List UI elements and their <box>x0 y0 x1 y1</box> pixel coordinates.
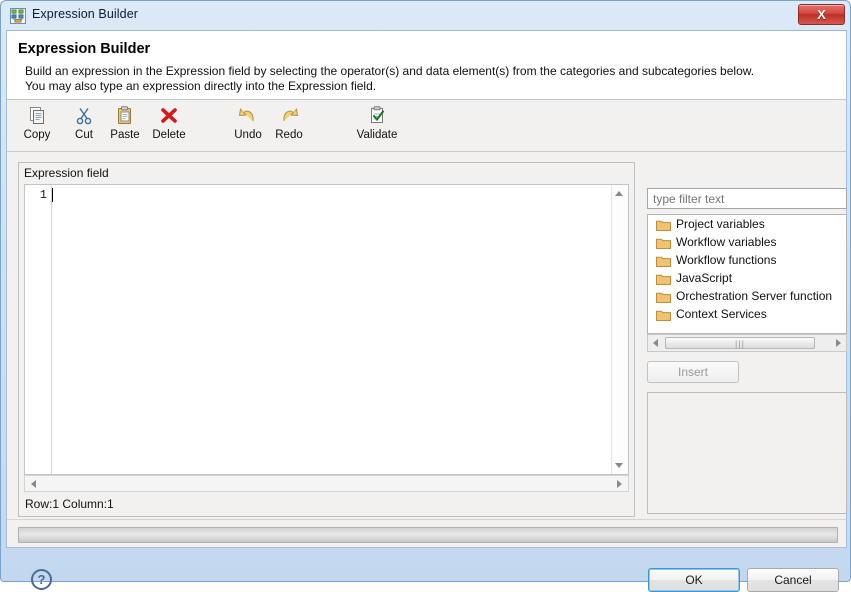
folder-icon <box>656 272 671 285</box>
redo-icon <box>278 105 300 127</box>
dialog-client-area: Expression Builder Build an expression i… <box>6 30 847 592</box>
insert-button[interactable]: Insert <box>647 361 739 383</box>
text-caret <box>52 188 53 202</box>
help-icon[interactable]: ? <box>31 569 52 590</box>
scroll-grip-icon: ||| <box>734 339 746 349</box>
scroll-right-icon[interactable] <box>617 480 622 488</box>
validate-button-label: Validate <box>356 129 398 141</box>
close-button[interactable]: X <box>798 4 845 25</box>
delete-icon <box>158 105 180 127</box>
tree-item-workflow-functions[interactable]: Workflow functions <box>648 251 846 269</box>
cursor-position-status: Row:1 Column:1 <box>25 497 114 511</box>
toolbar: Copy Cut Paste Delete Undo Redo Validate <box>7 100 846 152</box>
scroll-left-icon[interactable] <box>31 480 36 488</box>
cut-button-label: Cut <box>75 129 93 141</box>
tree-item-label: Workflow variables <box>676 235 777 249</box>
undo-button[interactable]: Undo <box>226 105 270 149</box>
page-title: Expression Builder <box>18 41 151 57</box>
tree-item-project-variables[interactable]: Project variables <box>648 215 846 233</box>
tree-horizontal-scrollbar[interactable]: ||| <box>647 334 847 352</box>
copy-button[interactable]: Copy <box>15 105 59 149</box>
footer-divider <box>7 519 846 520</box>
paste-button[interactable]: Paste <box>103 105 147 149</box>
dialog-header: Expression Builder Build an expression i… <box>7 31 846 100</box>
redo-button-label: Redo <box>275 129 303 141</box>
expression-field-label: Expression field <box>24 166 109 180</box>
redo-button[interactable]: Redo <box>267 105 311 149</box>
tree-item-label: JavaScript <box>676 271 733 285</box>
page-description: Build an expression in the Expression fi… <box>25 64 755 93</box>
close-icon: X <box>817 7 826 22</box>
folder-icon <box>656 236 671 249</box>
expression-builder-icon <box>10 8 26 24</box>
tree-item-label: Workflow functions <box>676 253 777 267</box>
tree-scroll-thumb[interactable]: ||| <box>665 337 815 349</box>
expression-editor[interactable]: 1 <box>24 184 629 475</box>
tree-scroll-left-icon[interactable] <box>653 339 658 347</box>
delete-button[interactable]: Delete <box>147 105 191 149</box>
folder-icon <box>656 254 671 267</box>
description-panel <box>647 392 847 514</box>
folder-icon <box>656 290 671 303</box>
tree-scroll-right-icon[interactable] <box>836 339 841 347</box>
tree-item-label: Orchestration Server function <box>676 289 833 303</box>
cut-button[interactable]: Cut <box>62 105 106 149</box>
folder-icon <box>656 218 671 231</box>
cancel-button[interactable]: Cancel <box>747 568 839 592</box>
line-number-gutter: 1 <box>25 185 52 474</box>
undo-icon <box>237 105 259 127</box>
tree-item-context-services[interactable]: Context Services <box>648 305 846 323</box>
validate-icon <box>366 105 388 127</box>
tree-item-label: Context Services <box>676 307 767 321</box>
line-number: 1 <box>39 188 47 202</box>
window-title: Expression Builder <box>32 7 139 21</box>
paste-icon <box>114 105 136 127</box>
tree-item-workflow-variables[interactable]: Workflow variables <box>648 233 846 251</box>
progress-bar <box>18 527 838 543</box>
tree-item-label: Project variables <box>676 217 765 231</box>
folder-icon <box>656 308 671 321</box>
expression-builder-window: Expression Builder X Expression Builder … <box>0 0 851 592</box>
category-tree[interactable]: Project variables Workflow variables Wor… <box>647 214 847 334</box>
tree-item-javascript[interactable]: JavaScript <box>648 269 846 287</box>
validate-button[interactable]: Validate <box>347 105 407 149</box>
filter-input[interactable] <box>647 188 847 209</box>
ok-button[interactable]: OK <box>648 568 740 592</box>
title-bar: Expression Builder X <box>1 1 851 30</box>
editor-horizontal-scrollbar[interactable] <box>24 475 629 492</box>
paste-button-label: Paste <box>110 129 140 141</box>
editor-vertical-scrollbar[interactable] <box>611 185 628 474</box>
expression-field-group: Expression field 1 Row:1 Column:1 <box>18 162 635 517</box>
tree-item-orchestration-server-functions[interactable]: Orchestration Server function <box>648 287 846 305</box>
scroll-down-icon[interactable] <box>615 463 623 468</box>
cut-icon <box>73 105 95 127</box>
scroll-up-icon[interactable] <box>615 191 623 196</box>
undo-button-label: Undo <box>234 129 262 141</box>
delete-button-label: Delete <box>152 129 186 141</box>
copy-icon <box>26 105 48 127</box>
copy-button-label: Copy <box>23 129 51 141</box>
